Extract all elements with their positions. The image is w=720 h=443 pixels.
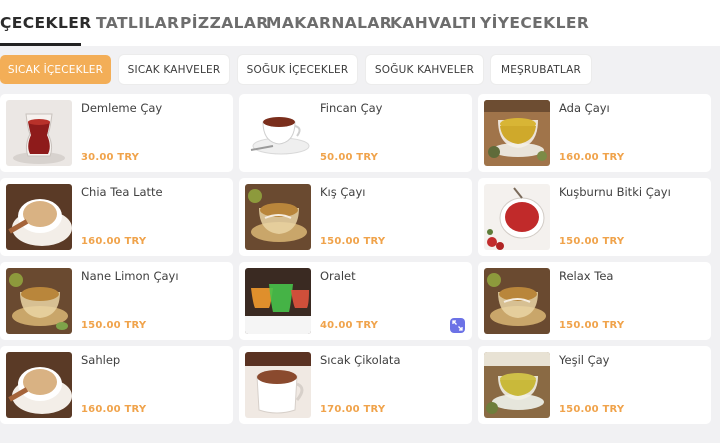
product-name: Ada Çayı xyxy=(559,101,610,115)
tab-kahvalti[interactable]: KAHVALTI xyxy=(390,12,477,34)
product-card[interactable]: Nane Limon Çayı 150.00 TRY xyxy=(0,262,233,340)
product-card[interactable]: Demleme Çay 30.00 TRY xyxy=(0,94,233,172)
product-price: 50.00 TRY xyxy=(320,152,379,163)
tab-tatlilar[interactable]: TATLILAR xyxy=(96,12,179,34)
product-card[interactable]: Sahlep 160.00 TRY xyxy=(0,346,233,424)
sahlep-cup-icon xyxy=(6,352,72,418)
product-name: Fincan Çay xyxy=(320,101,383,115)
tab-icecekler[interactable]: ÇECEKLER xyxy=(0,12,92,34)
product-name: Demleme Çay xyxy=(81,101,163,115)
product-name: Nane Limon Çayı xyxy=(81,269,179,283)
product-card[interactable]: Chia Tea Latte 160.00 TRY xyxy=(0,178,233,256)
product-price: 30.00 TRY xyxy=(81,152,140,163)
product-price: 150.00 TRY xyxy=(559,320,625,331)
product-card[interactable]: Relax Tea 150.00 TRY xyxy=(478,262,711,340)
product-name: Sahlep xyxy=(81,353,121,367)
tab-yiyecekler[interactable]: YİYECEKLER xyxy=(480,12,589,34)
product-name: Oralet xyxy=(320,269,356,283)
subcategory-sicak-kahveler[interactable]: SICAK KAHVELER xyxy=(119,55,229,84)
product-price: 40.00 TRY xyxy=(320,320,379,331)
product-name: Yeşil Çay xyxy=(559,353,610,367)
category-tabs-bar: ÇECEKLER TATLILAR PİZZALAR MAKARNALAR KA… xyxy=(0,0,720,46)
tab-makarnalar[interactable]: MAKARNALAR xyxy=(266,12,392,34)
product-price: 160.00 TRY xyxy=(81,404,147,415)
product-name: Sıcak Çikolata xyxy=(320,353,401,367)
expand-arrows-icon[interactable] xyxy=(450,318,465,333)
product-price: 150.00 TRY xyxy=(559,404,625,415)
subcategory-soguk-icecekler[interactable]: SOĞUK İÇECEKLER xyxy=(238,55,357,84)
product-card[interactable]: Yeşil Çay 150.00 TRY xyxy=(478,346,711,424)
product-price: 160.00 TRY xyxy=(559,152,625,163)
subcategory-sicak-icecekler[interactable]: SICAK İÇECEKLER xyxy=(0,55,111,84)
winter-tea-cup-icon xyxy=(245,184,311,250)
active-tab-underline xyxy=(0,43,81,46)
product-card[interactable]: Kuşburnu Bitki Çayı 150.00 TRY xyxy=(478,178,711,256)
product-name: Relax Tea xyxy=(559,269,614,283)
hot-chocolate-mug-icon xyxy=(245,352,311,418)
product-price: 150.00 TRY xyxy=(559,236,625,247)
product-price: 170.00 TRY xyxy=(320,404,386,415)
product-card[interactable]: Fincan Çay 50.00 TRY xyxy=(239,94,472,172)
herbal-tea-cup-icon xyxy=(484,100,550,166)
oralet-glasses-icon xyxy=(245,268,311,334)
product-card[interactable]: Sıcak Çikolata 170.00 TRY xyxy=(239,346,472,424)
subcategory-mesrubatlar[interactable]: MEŞRUBATLAR xyxy=(491,55,591,84)
mint-lemon-tea-cup-icon xyxy=(6,268,72,334)
product-price: 150.00 TRY xyxy=(320,236,386,247)
subcategory-soguk-kahveler[interactable]: SOĞUK KAHVELER xyxy=(366,55,483,84)
tea-cup-saucer-icon xyxy=(245,100,311,166)
green-tea-cup-icon xyxy=(484,352,550,418)
product-name: Kuşburnu Bitki Çayı xyxy=(559,185,671,199)
relax-tea-cup-icon xyxy=(484,268,550,334)
rosehip-tea-cup-icon xyxy=(484,184,550,250)
product-card[interactable]: Kış Çayı 150.00 TRY xyxy=(239,178,472,256)
product-card[interactable]: Ada Çayı 160.00 TRY xyxy=(478,94,711,172)
tab-pizzalar[interactable]: PİZZALAR xyxy=(180,12,269,34)
product-price: 150.00 TRY xyxy=(81,320,147,331)
latte-cup-icon xyxy=(6,184,72,250)
product-card[interactable]: Oralet 40.00 TRY xyxy=(239,262,472,340)
product-name: Kış Çayı xyxy=(320,185,366,199)
product-price: 160.00 TRY xyxy=(81,236,147,247)
turkish-tea-glass-icon xyxy=(6,100,72,166)
product-name: Chia Tea Latte xyxy=(81,185,163,199)
